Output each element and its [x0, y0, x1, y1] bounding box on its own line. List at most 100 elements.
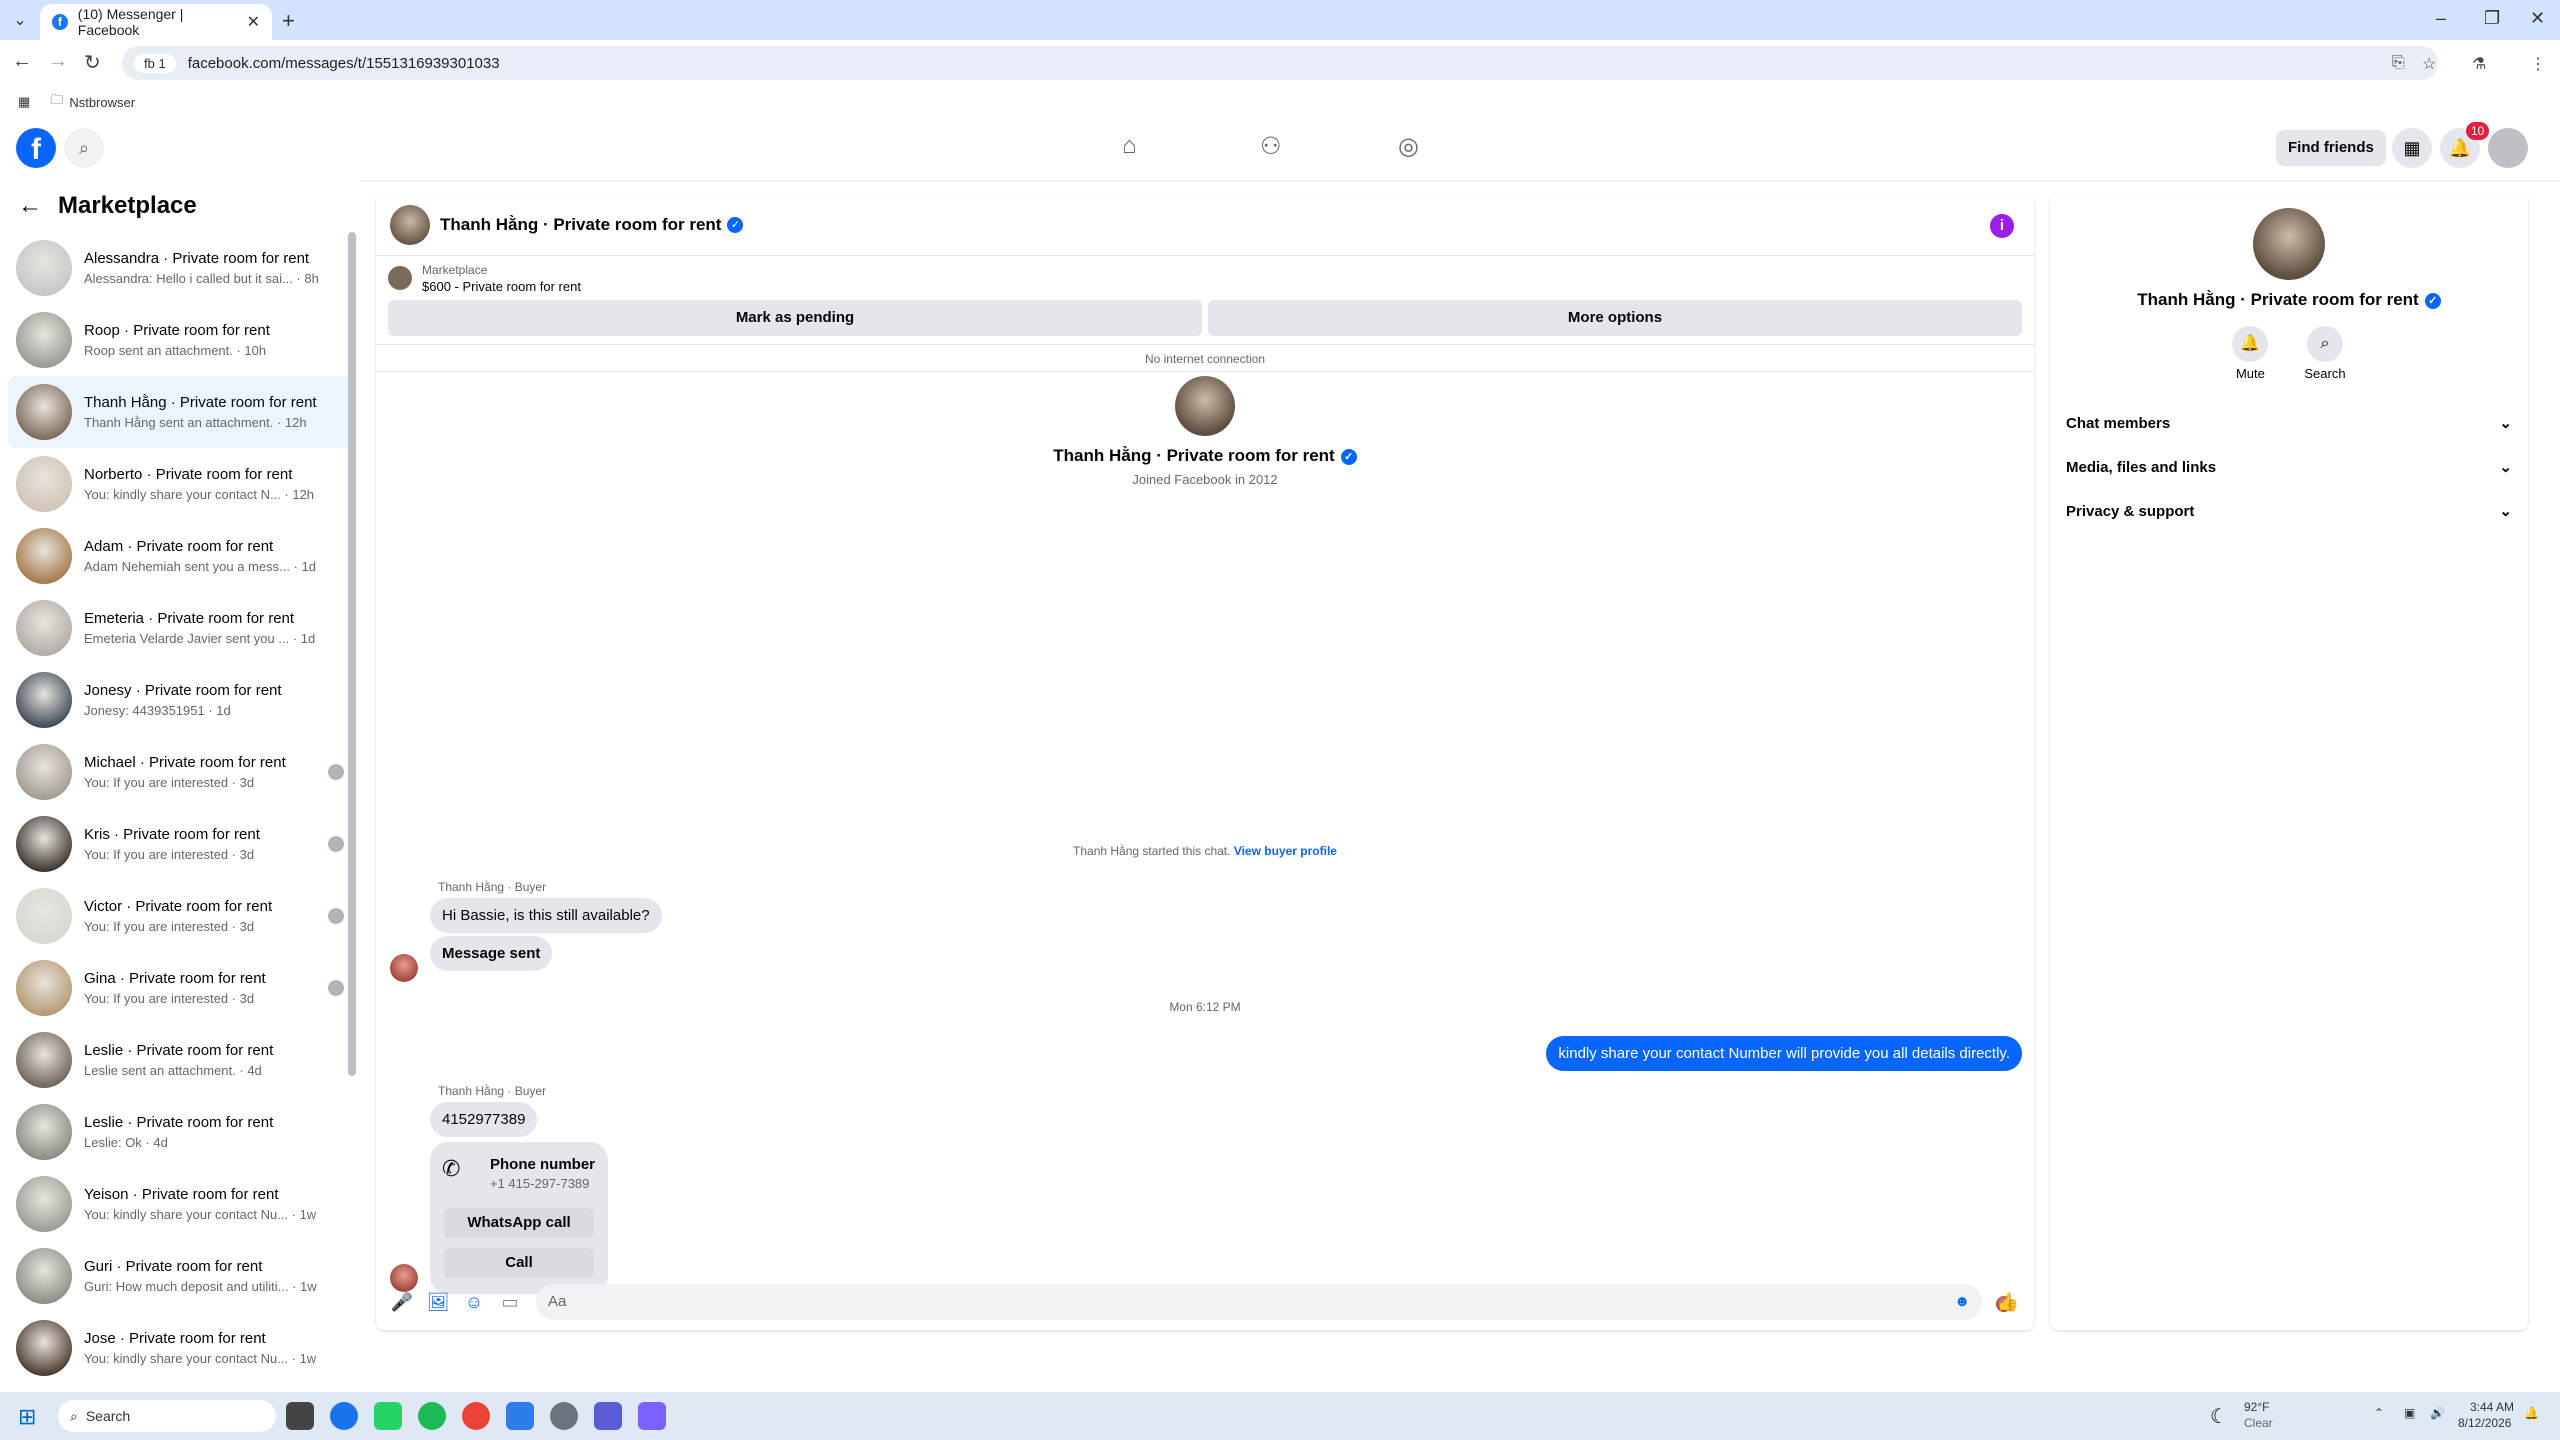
whatsapp-icon[interactable] — [374, 1402, 402, 1430]
menu-grid-icon[interactable]: ▦ — [2392, 128, 2432, 168]
spotify-icon[interactable] — [418, 1402, 446, 1430]
new-tab-icon[interactable]: + — [282, 8, 295, 34]
bookmark-star-icon[interactable]: ☆ — [2422, 54, 2436, 74]
app-icon[interactable] — [594, 1402, 622, 1430]
message-bubble[interactable]: 4152977389 — [430, 1102, 538, 1137]
info-avatar[interactable] — [2253, 208, 2325, 280]
gif-icon[interactable]: ▭ — [492, 1292, 528, 1313]
search-conversation-button[interactable]: ⌕ Search — [2304, 326, 2346, 381]
browser-menu-icon[interactable]: ⋮ — [2530, 54, 2546, 74]
conversation-item[interactable]: Roop · Private room for rent Roop sent an… — [8, 304, 352, 376]
photo-icon[interactable]: 🖼 — [420, 1292, 456, 1313]
sender-avatar[interactable] — [390, 954, 418, 982]
whatsapp-call-button[interactable]: WhatsApp call — [444, 1208, 594, 1238]
settings-gear-icon[interactable] — [550, 1402, 578, 1430]
browser-tab-messenger[interactable]: f (10) Messenger | Facebook ✕ — [40, 4, 272, 40]
clock-time[interactable]: 3:44 AM — [2470, 1400, 2514, 1414]
minimize-icon[interactable]: – — [2436, 8, 2446, 29]
url-text[interactable]: facebook.com/messages/t/1551316939301033 — [188, 55, 500, 72]
message-input[interactable]: Aa ☻ — [536, 1284, 1982, 1320]
bookmark-nstbrowser[interactable]: Nstbrowser — [69, 95, 135, 110]
like-thumb-icon[interactable]: 👍 — [1990, 1292, 2026, 1313]
chat-avatar[interactable] — [390, 204, 430, 245]
conversation-item[interactable]: Jonesy · Private room for rent Jonesy: 44… — [8, 664, 352, 736]
forward-icon[interactable]: → — [48, 50, 68, 73]
view-buyer-profile-link[interactable]: View buyer profile — [1234, 844, 1337, 858]
conversation-item[interactable]: Yeison · Private room for rent You: kindl… — [8, 1168, 352, 1240]
taskbar-search[interactable]: ⌕ Search — [58, 1400, 276, 1432]
find-friends-button[interactable]: Find friends — [2276, 130, 2386, 166]
conversation-item[interactable]: Emeteria · Private room for rent Emeteria… — [8, 592, 352, 664]
intro-avatar[interactable] — [1175, 376, 1235, 436]
volume-icon[interactable]: 🔊 — [2430, 1406, 2445, 1420]
conversation-item[interactable]: Alessandra · Private room for rent Alessa… — [8, 232, 352, 304]
task-view-icon[interactable] — [286, 1402, 314, 1430]
conversation-sidebar: ← Marketplace Alessandra · Private room … — [0, 180, 360, 1390]
notepad-icon[interactable] — [506, 1402, 534, 1430]
reload-icon[interactable]: ↻ — [84, 50, 101, 75]
weather-desc[interactable]: Clear — [2244, 1416, 2273, 1430]
conversation-item[interactable]: Michael · Private room for rent You: If y… — [8, 736, 352, 808]
conversation-item[interactable]: Kris · Private room for rent You: If you … — [8, 808, 352, 880]
edge-browser-icon[interactable] — [330, 1402, 358, 1430]
message-bubble[interactable]: Message sent — [430, 936, 553, 971]
profile-pill[interactable]: fb 1 — [134, 53, 176, 73]
restore-icon[interactable]: ❐ — [2484, 8, 2500, 29]
listing-row[interactable]: Marketplace $600 - Private room for rent — [376, 256, 2034, 300]
conversation-item[interactable]: Guri · Private room for rent Guri: How mu… — [8, 1240, 352, 1312]
windows-start-icon[interactable]: ⊞ — [18, 1404, 36, 1430]
conversation-preview: You: If you are interested · 3d — [84, 775, 255, 790]
address-bar[interactable]: fb 1 facebook.com/messages/t/15513169393… — [122, 46, 2438, 80]
close-window-icon[interactable]: ✕ — [2530, 8, 2545, 29]
groups-icon[interactable]: ◎ — [1398, 132, 1419, 161]
conversation-avatar — [16, 240, 72, 296]
search-label: Search — [2304, 366, 2346, 381]
section-privacy-support[interactable]: Privacy & support ⌄ — [2050, 489, 2528, 533]
message-bubble[interactable]: Hi Bassie, is this still available? — [430, 898, 662, 933]
conversation-item[interactable]: Norberto · Private room for rent You: kin… — [8, 448, 352, 520]
network-icon[interactable]: ▣ — [2404, 1406, 2415, 1420]
tab-search-chevron-icon[interactable]: ⌄ — [8, 10, 32, 34]
search-icon[interactable]: ⌕ — [64, 128, 104, 168]
microphone-icon[interactable]: 🎤 — [384, 1292, 420, 1313]
message-input-placeholder: Aa — [548, 1293, 567, 1310]
extension-icon[interactable]: ⚗ — [2472, 54, 2486, 74]
info-icon[interactable]: i — [1990, 214, 2014, 238]
outgoing-message-bubble[interactable]: kindly share your contact Number will pr… — [1546, 1036, 2022, 1071]
conversation-item[interactable]: Gina · Private room for rent You: If you … — [8, 952, 352, 1024]
conversation-list: Alessandra · Private room for rent Alessa… — [0, 232, 360, 1384]
sticker-icon[interactable]: ☺ — [456, 1292, 492, 1313]
friends-icon[interactable]: ⚇ — [1260, 132, 1282, 161]
chat-title[interactable]: Thanh Hằng · Private room for rent — [440, 215, 721, 235]
more-options-button[interactable]: More options — [1208, 300, 2022, 336]
conversation-avatar — [16, 312, 72, 368]
apps-grid-icon[interactable]: ▦ — [18, 94, 30, 110]
facebook-logo-icon[interactable]: f — [16, 128, 56, 168]
account-avatar[interactable] — [2488, 128, 2528, 168]
back-arrow-icon[interactable]: ← — [18, 192, 42, 220]
back-icon[interactable]: ← — [12, 50, 32, 73]
close-tab-icon[interactable]: ✕ — [247, 12, 260, 32]
started-text: Thanh Hằng started this chat. — [1073, 844, 1231, 858]
conversation-item[interactable]: Adam · Private room for rent Adam Nehemia… — [8, 520, 352, 592]
sidebar-scrollbar[interactable] — [348, 232, 356, 1076]
conversation-item[interactable]: Leslie · Private room for rent Leslie: Ok… — [8, 1096, 352, 1168]
weather-temp[interactable]: 92°F — [2244, 1400, 2269, 1414]
notification-center-icon[interactable]: 🔔 — [2524, 1406, 2539, 1420]
section-media-files-links[interactable]: Media, files and links ⌄ — [2050, 445, 2528, 489]
conversation-item[interactable]: Leslie · Private room for rent Leslie sen… — [8, 1024, 352, 1096]
nstbrowser-icon[interactable] — [638, 1402, 666, 1430]
mute-button[interactable]: 🔔 Mute — [2232, 326, 2269, 381]
chrome-icon[interactable] — [462, 1402, 490, 1430]
conversation-item[interactable]: Thanh Hằng · Private room for rent Thanh … — [8, 376, 352, 448]
conversation-item[interactable]: Jose · Private room for rent You: kindly … — [8, 1312, 352, 1384]
conversation-item[interactable]: Victor · Private room for rent You: If yo… — [8, 880, 352, 952]
conversation-title: Guri · Private room for rent — [84, 1258, 263, 1275]
install-app-icon[interactable]: ⎘ — [2392, 54, 2405, 72]
mark-pending-button[interactable]: Mark as pending — [388, 300, 1202, 336]
home-icon[interactable]: ⌂ — [1122, 132, 1137, 160]
section-chat-members[interactable]: Chat members ⌄ — [2050, 401, 2528, 445]
clock-date[interactable]: 8/12/2026 — [2458, 1416, 2511, 1430]
tray-chevron-icon[interactable]: ⌃ — [2374, 1406, 2384, 1420]
emoji-icon[interactable]: ☻ — [1954, 1284, 1970, 1320]
